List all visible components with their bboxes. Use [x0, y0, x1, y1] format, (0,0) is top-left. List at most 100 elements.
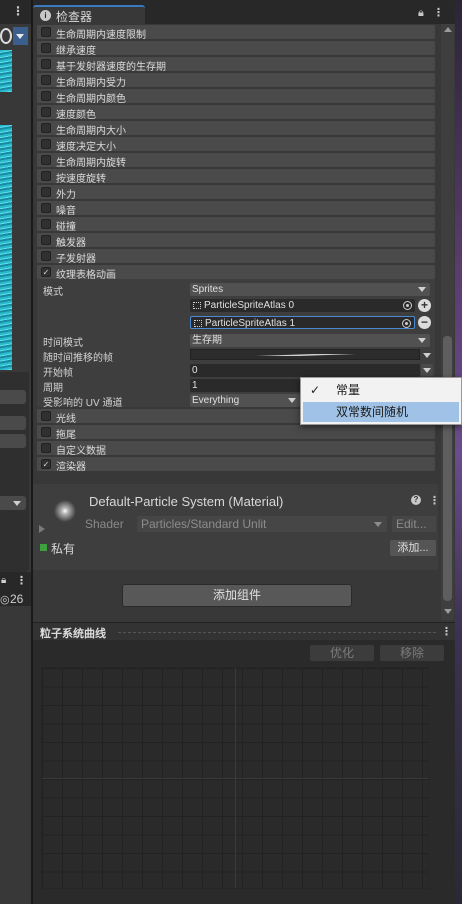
visibility-icon[interactable]: ◎ [0, 593, 10, 606]
popup-option-label: 双常数间随机 [336, 405, 409, 419]
module-label: 生命周期内旋转 [56, 158, 126, 169]
module-label: 生命周期内颜色 [56, 94, 126, 105]
remove-sprite-button[interactable]: − [418, 316, 431, 329]
sprite-name: ParticleSpriteAtlas 0 [204, 300, 295, 311]
module-row[interactable]: 生命周期内颜色 [37, 89, 435, 105]
module-row[interactable]: 触发器 [37, 233, 435, 249]
module-row[interactable]: 碰撞 [37, 217, 435, 233]
module-checkbox[interactable] [41, 75, 51, 85]
object-picker-icon[interactable] [403, 301, 412, 310]
frame-over-time-curve[interactable] [190, 349, 420, 360]
module-checkbox[interactable] [41, 219, 51, 229]
tab-inspector[interactable]: i 检查器 [33, 5, 145, 24]
object-picker-icon[interactable] [402, 319, 411, 328]
add-component-button[interactable]: 添加组件 [122, 584, 352, 607]
module-row[interactable]: 子发射器 [37, 249, 435, 265]
more-options-icon[interactable]: ⋮ [433, 6, 444, 19]
edit-shader-button[interactable]: Edit... [392, 516, 436, 532]
module-row[interactable]: 基于发射器速度的生存期 [37, 57, 435, 73]
add-button[interactable]: 添加... [390, 540, 436, 556]
module-checkbox[interactable] [41, 123, 51, 133]
sprite-slot[interactable]: ParticleSpriteAtlas 0 [190, 299, 415, 312]
cycles-label: 周期 [43, 383, 63, 394]
module-row[interactable]: 生命周期内速度限制 [37, 25, 435, 41]
scene-dropdown-button[interactable] [13, 27, 28, 45]
overlay-button[interactable] [0, 390, 26, 404]
frame-over-time-label: 随时间推移的帧 [43, 353, 113, 364]
tab-label: 检查器 [56, 10, 93, 24]
sprite-icon [193, 302, 201, 309]
start-frame-field[interactable]: 0 [190, 364, 420, 377]
more-options-icon[interactable]: ⋮ [441, 625, 452, 638]
module-checkbox[interactable] [41, 251, 51, 261]
module-checkbox[interactable] [41, 443, 51, 453]
module-label: 外力 [56, 190, 76, 201]
scroll-down-arrow-icon[interactable] [444, 609, 452, 614]
mode-dropdown[interactable]: Sprites [190, 283, 430, 296]
curves-grid[interactable] [41, 667, 429, 889]
scroll-up-arrow-icon[interactable] [444, 27, 452, 32]
more-options-icon[interactable]: ⋮ [12, 4, 24, 18]
module-row[interactable]: 拖尾 [37, 425, 435, 441]
foldout-arrow-icon[interactable] [39, 525, 45, 533]
module-row[interactable]: 速度颜色 [37, 105, 435, 121]
module-row-expanded[interactable]: ✓ 纹理表格动画 [37, 265, 435, 281]
module-checkbox[interactable] [41, 43, 51, 53]
start-frame-mode-button[interactable] [421, 364, 433, 376]
module-row[interactable]: 噪音 [37, 201, 435, 217]
globe-icon[interactable] [0, 28, 12, 44]
lock-icon[interactable]: 🔒︎ [1, 575, 6, 586]
lock-icon[interactable]: 🔒︎ [418, 7, 424, 20]
module-row[interactable]: 继承速度 [37, 41, 435, 57]
module-row[interactable]: 速度决定大小 [37, 137, 435, 153]
module-checkbox[interactable] [41, 91, 51, 101]
module-row[interactable]: 按速度旋转 [37, 169, 435, 185]
module-checkbox[interactable] [41, 107, 51, 117]
uv-channel-dropdown[interactable]: Everything [190, 394, 300, 407]
module-row[interactable]: 生命周期内受力 [37, 73, 435, 89]
module-checkbox[interactable] [41, 171, 51, 181]
shader-dropdown[interactable]: Particles/Standard Unlit [137, 516, 387, 532]
overlay-panel [0, 372, 29, 572]
module-row[interactable]: 生命周期内旋转 [37, 153, 435, 169]
module-row[interactable]: ✓ 渲染器 [37, 457, 435, 473]
popup-option-constant[interactable]: ✓ 常量 [303, 380, 459, 400]
curve-mode-dropdown-icon[interactable] [421, 349, 433, 361]
overlay-button[interactable] [0, 416, 26, 430]
more-options-icon[interactable]: ⋮ [429, 494, 440, 507]
module-checkbox[interactable] [41, 411, 51, 421]
module-checkbox[interactable] [41, 59, 51, 69]
curve-mode-popup: ✓ 常量 双常数间随机 [300, 377, 462, 425]
module-label: 渲染器 [56, 462, 86, 473]
module-checkbox[interactable] [41, 27, 51, 37]
module-checkbox[interactable] [41, 235, 51, 245]
overlay-button[interactable] [0, 434, 26, 448]
module-row[interactable]: 生命周期内大小 [37, 121, 435, 137]
module-row[interactable]: 外力 [37, 185, 435, 201]
module-row[interactable]: 自定义数据 [37, 441, 435, 457]
help-icon[interactable]: ? [411, 495, 421, 505]
time-mode-dropdown[interactable]: 生存期 [190, 334, 430, 347]
remove-button[interactable]: 移除 [380, 645, 444, 661]
module-label: 按速度旋转 [56, 174, 106, 185]
module-checkbox[interactable] [41, 427, 51, 437]
scrollbar-thumb[interactable] [443, 336, 452, 601]
cycles-field[interactable]: 1 [190, 379, 300, 392]
overlay-dropdown[interactable] [0, 496, 26, 510]
add-sprite-button[interactable]: + [418, 299, 431, 312]
module-checkbox[interactable] [41, 139, 51, 149]
particle-curves-header: 粒子系统曲线 ⋮ [33, 622, 455, 640]
more-options-icon[interactable]: ⋮ [16, 574, 27, 587]
sprite-slot-selected[interactable]: ParticleSpriteAtlas 1 [190, 316, 415, 329]
popup-option-label: 常量 [336, 383, 361, 397]
private-checkbox[interactable] [40, 544, 47, 551]
module-checkbox[interactable] [41, 203, 51, 213]
module-checkbox-checked[interactable]: ✓ [41, 267, 51, 277]
module-checkbox[interactable] [41, 187, 51, 197]
module-checkbox[interactable] [41, 155, 51, 165]
popup-option-random-between-constants[interactable]: 双常数间随机 [303, 402, 459, 422]
module-label: 生命周期内受力 [56, 78, 126, 89]
optimize-button[interactable]: 优化 [310, 645, 374, 661]
curves-editor[interactable]: 优化 移除 [33, 640, 455, 904]
module-checkbox-checked[interactable]: ✓ [41, 459, 51, 469]
